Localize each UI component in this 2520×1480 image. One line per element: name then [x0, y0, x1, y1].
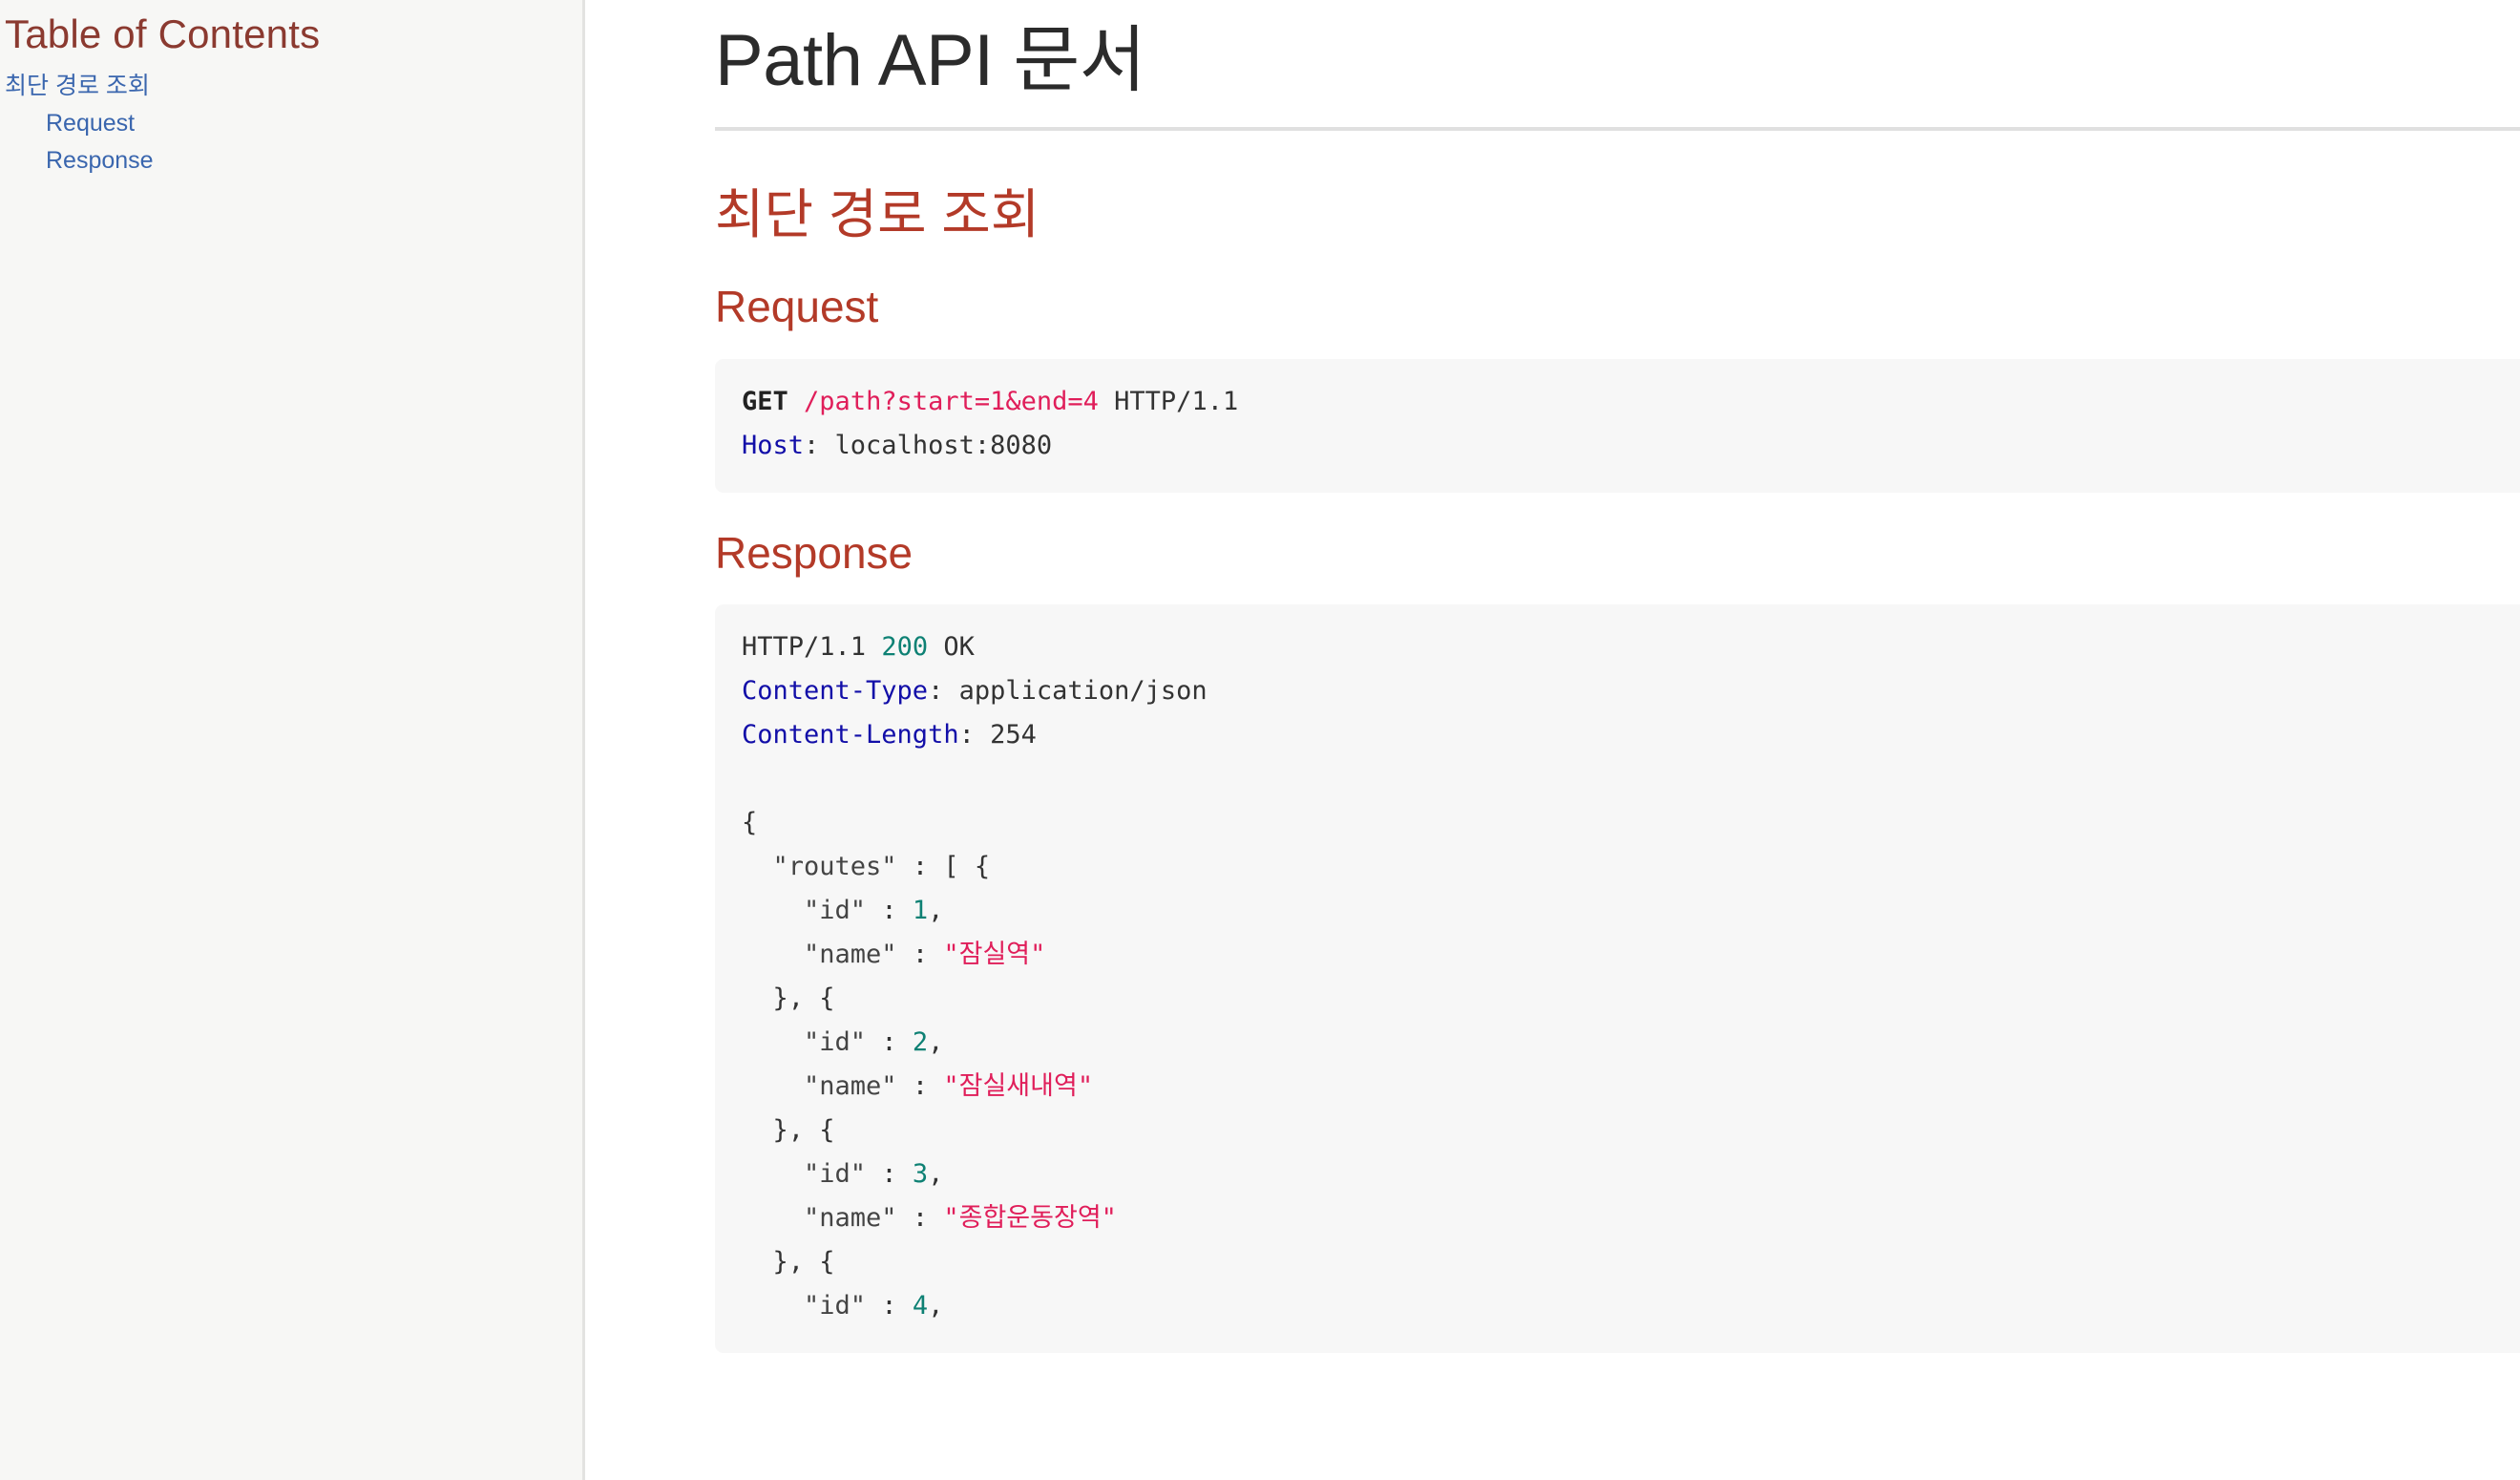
code-token-number: 2	[912, 1026, 929, 1057]
code-token-punct: :	[866, 895, 913, 925]
code-token-key: "routes"	[772, 851, 897, 881]
content-wrapper: Path API 문서 최단 경로 조회 Request GET /path?s…	[585, 0, 2520, 1353]
code-token-punct: }, {	[742, 1114, 835, 1145]
code-token-key: "name"	[804, 1070, 897, 1101]
code-token-punct: :	[896, 1202, 944, 1233]
code-token-punct: }, {	[742, 1246, 835, 1277]
code-token-header: Content-Length	[742, 719, 959, 750]
sidebar-item-shortest-path[interactable]: 최단 경로 조회	[0, 62, 582, 101]
code-token-string: "종합운동장역"	[943, 1202, 1117, 1233]
code-token-plain: : localhost:8080	[804, 430, 1053, 460]
code-token-punct: ,	[928, 1290, 944, 1321]
code-token-header: Host	[742, 430, 805, 460]
code-token-punct: :	[866, 1026, 913, 1057]
code-token-plain: : application/json	[928, 675, 1208, 706]
code-token-key: "id"	[804, 1158, 867, 1189]
code-token-method: GET	[742, 386, 788, 416]
toc-list-item: 최단 경로 조회	[0, 62, 582, 101]
code-token-path: /path?start=1&end=4	[804, 386, 1099, 416]
code-token-plain: OK	[928, 631, 975, 662]
toc-list-item: Response	[0, 138, 582, 176]
section-heading-response: Response	[715, 527, 914, 578]
response-code: HTTP/1.1 200 OK Content-Type: applicatio…	[742, 625, 2520, 1328]
code-token-punct: :	[896, 939, 944, 969]
request-code: GET /path?start=1&end=4 HTTP/1.1 Host: l…	[742, 380, 2520, 468]
section-heading-request: Request	[715, 282, 879, 332]
code-token-key: "id"	[804, 1290, 867, 1321]
code-token-punct: ,	[928, 1158, 944, 1189]
toc-list-item: Request	[0, 101, 582, 138]
code-token-string: "잠실역"	[943, 939, 1046, 969]
code-token-plain: : 254	[958, 719, 1037, 750]
code-token-key: "name"	[804, 939, 897, 969]
code-token-punct: {	[742, 807, 758, 837]
response-code-block: HTTP/1.1 200 OK Content-Type: applicatio…	[715, 603, 2520, 1353]
code-token-string: "잠실새내역"	[943, 1070, 1094, 1101]
page-title: Path API 문서	[715, 20, 1146, 101]
code-token-punct: :	[896, 1070, 944, 1101]
code-token-punct: ,	[928, 895, 944, 925]
table-of-contents-list: 최단 경로 조회 Request Response	[0, 62, 582, 177]
code-token-plain: HTTP/1.1	[1098, 386, 1239, 416]
code-token-number: 200	[881, 631, 929, 662]
sidebar-item-response[interactable]: Response	[0, 138, 582, 176]
code-token-punct: ,	[928, 1026, 944, 1057]
section-heading-shortest-path: 최단 경로 조회	[715, 184, 1040, 245]
code-token-header: Content-Type	[742, 675, 929, 706]
code-token-key: "name"	[804, 1202, 897, 1233]
code-token-punct: : [ {	[896, 851, 991, 881]
code-token-key: "id"	[804, 895, 867, 925]
code-token-punct: :	[866, 1158, 913, 1189]
code-token-number: 4	[912, 1290, 929, 1321]
code-token-plain: HTTP/1.1	[742, 631, 882, 662]
table-of-contents-sidebar: Table of Contents 최단 경로 조회 Request Respo…	[0, 0, 585, 1480]
code-token-punct: }, {	[742, 983, 835, 1013]
code-token-key: "id"	[804, 1026, 867, 1057]
main-content: Path API 문서 최단 경로 조회 Request GET /path?s…	[585, 0, 2520, 1480]
sidebar-item-request[interactable]: Request	[0, 101, 582, 138]
request-code-block: GET /path?start=1&end=4 HTTP/1.1 Host: l…	[715, 358, 2520, 493]
code-token-number: 3	[912, 1158, 929, 1189]
table-of-contents-title: Table of Contents	[5, 11, 321, 56]
code-token-number: 1	[912, 895, 929, 925]
code-token-punct: :	[866, 1290, 913, 1321]
documentation-page: Table of Contents 최단 경로 조회 Request Respo…	[0, 0, 2520, 1480]
